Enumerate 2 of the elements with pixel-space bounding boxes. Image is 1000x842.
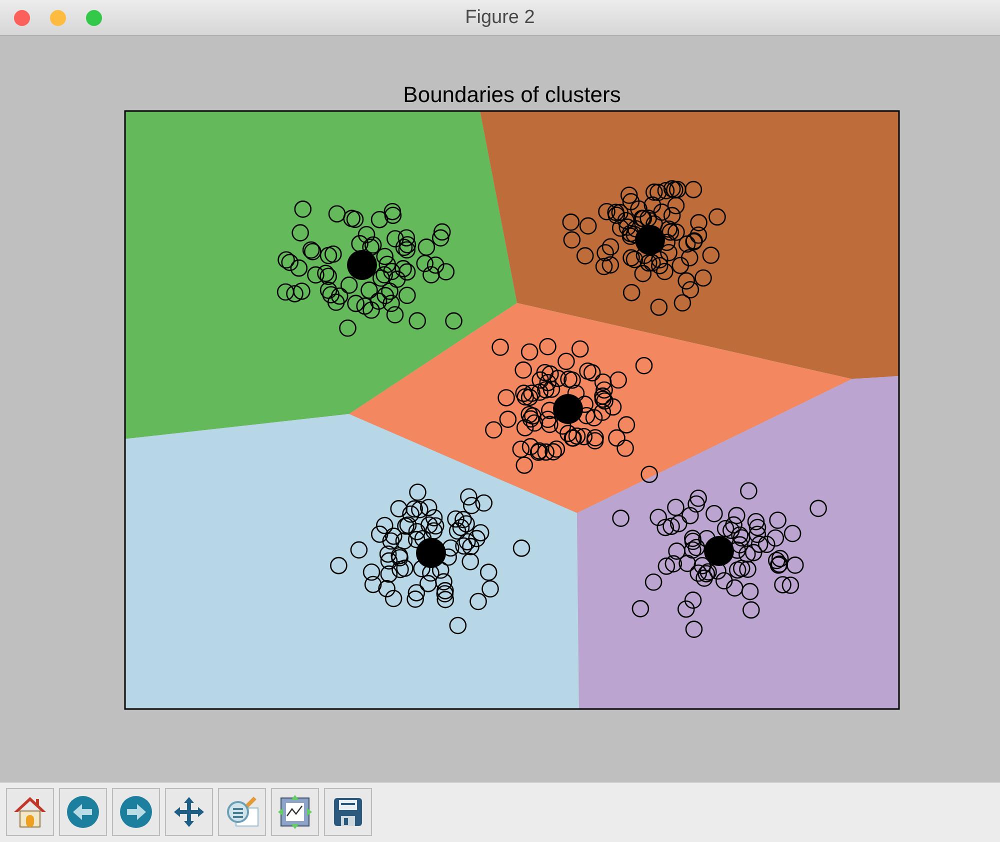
plot-title: Boundaries of clusters (403, 81, 621, 109)
window-title: Figure 2 (465, 6, 535, 28)
